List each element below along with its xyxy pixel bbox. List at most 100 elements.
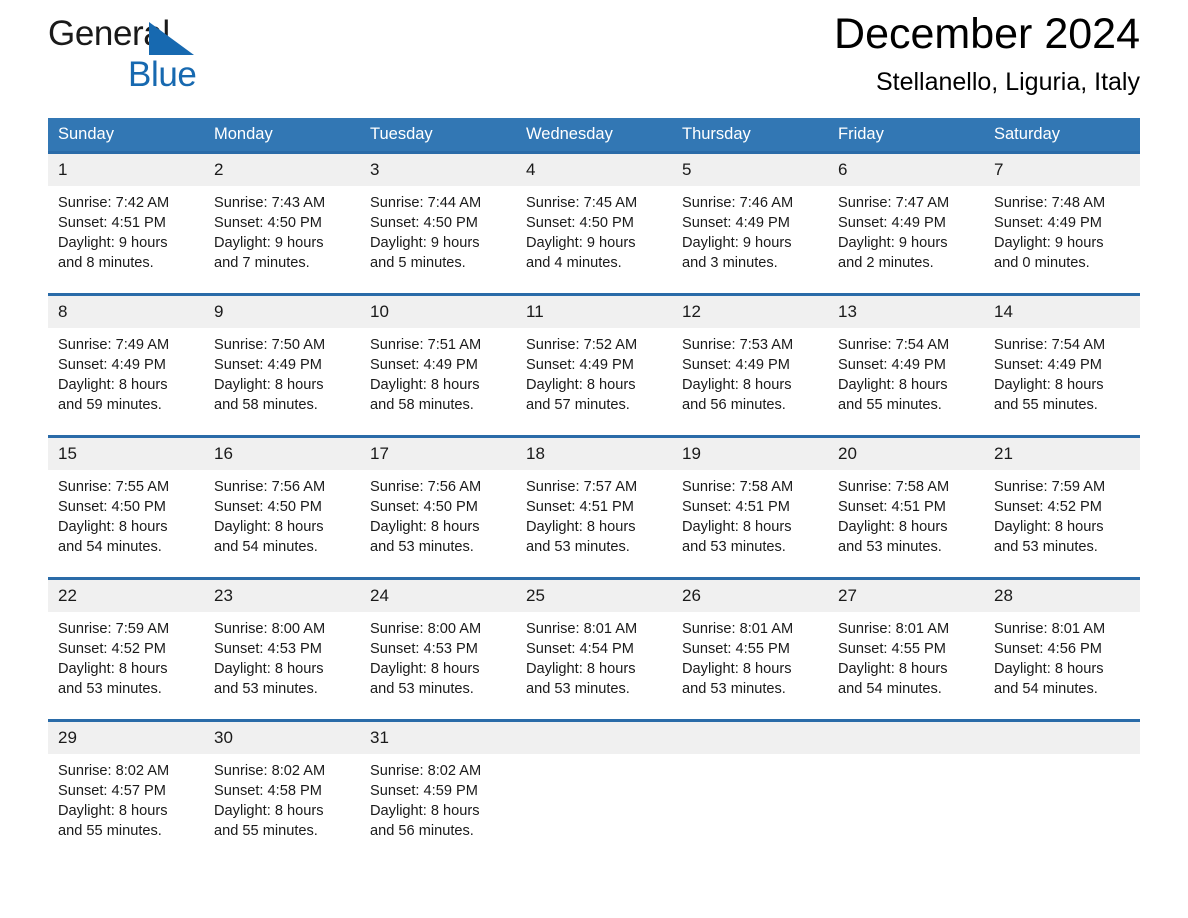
day-number: 6 xyxy=(828,154,984,186)
sunset-text: Sunset: 4:53 PM xyxy=(370,641,478,657)
sunrise-text: Sunrise: 7:47 AM xyxy=(838,195,950,211)
sunrise-text: Sunrise: 7:58 AM xyxy=(838,479,950,495)
day-cell[interactable]: 12 Sunrise: 7:53 AM Sunset: 4:49 PM Dayligh… xyxy=(672,293,828,427)
day-cell[interactable]: 20 Sunrise: 7:58 AM Sunset: 4:51 PM Dayligh… xyxy=(828,435,984,569)
sunset-text: Sunset: 4:50 PM xyxy=(370,499,478,515)
day-cell[interactable]: 3 Sunrise: 7:44 AM Sunset: 4:50 PM Daylight… xyxy=(360,151,516,285)
day-number: 11 xyxy=(516,296,672,328)
daylight-text-line1: Daylight: 8 hours xyxy=(58,661,168,677)
day-cell[interactable]: 30 Sunrise: 8:02 AM Sunset: 4:58 PM Dayligh… xyxy=(204,719,360,853)
day-cell[interactable]: 17 Sunrise: 7:56 AM Sunset: 4:50 PM Dayligh… xyxy=(360,435,516,569)
daylight-text-line1: Daylight: 8 hours xyxy=(370,377,480,393)
weekday-header-tuesday: Tuesday xyxy=(360,118,516,151)
day-cell[interactable]: 15 Sunrise: 7:55 AM Sunset: 4:50 PM Dayligh… xyxy=(48,435,204,569)
day-cell[interactable]: 28 Sunrise: 8:01 AM Sunset: 4:56 PM Dayligh… xyxy=(984,577,1140,711)
sunrise-text: Sunrise: 7:49 AM xyxy=(58,337,170,353)
daylight-text-line1: Daylight: 9 hours xyxy=(370,235,480,251)
day-details: Sunrise: 7:59 AM Sunset: 4:52 PM Daylight:… xyxy=(48,612,204,699)
sunset-text: Sunset: 4:50 PM xyxy=(58,499,166,515)
sunset-text: Sunset: 4:50 PM xyxy=(370,215,478,231)
daylight-text-line1: Daylight: 8 hours xyxy=(370,803,480,819)
day-cell[interactable]: 1 Sunrise: 7:42 AM Sunset: 4:51 PM Daylight… xyxy=(48,151,204,285)
day-cell[interactable]: 14 Sunrise: 7:54 AM Sunset: 4:49 PM Dayligh… xyxy=(984,293,1140,427)
sunset-text: Sunset: 4:56 PM xyxy=(994,641,1102,657)
day-number: 12 xyxy=(672,296,828,328)
sunrise-text: Sunrise: 8:01 AM xyxy=(682,621,794,637)
daylight-text-line2: and 54 minutes. xyxy=(838,681,942,697)
page-title: December 2024 xyxy=(834,10,1140,58)
day-cell[interactable]: 18 Sunrise: 7:57 AM Sunset: 4:51 PM Dayligh… xyxy=(516,435,672,569)
day-number: 21 xyxy=(984,438,1140,470)
day-cell[interactable]: 9 Sunrise: 7:50 AM Sunset: 4:49 PM Daylight… xyxy=(204,293,360,427)
day-cell[interactable]: 6 Sunrise: 7:47 AM Sunset: 4:49 PM Daylight… xyxy=(828,151,984,285)
day-cell[interactable]: 31 Sunrise: 8:02 AM Sunset: 4:59 PM Dayligh… xyxy=(360,719,516,853)
daylight-text-line1: Daylight: 8 hours xyxy=(994,377,1104,393)
weekday-header-wednesday: Wednesday xyxy=(516,118,672,151)
day-details: Sunrise: 7:55 AM Sunset: 4:50 PM Daylight:… xyxy=(48,470,204,557)
sunset-text: Sunset: 4:51 PM xyxy=(682,499,790,515)
sunrise-text: Sunrise: 7:57 AM xyxy=(526,479,638,495)
location-subtitle: Stellanello, Liguria, Italy xyxy=(875,68,1140,96)
sunset-text: Sunset: 4:54 PM xyxy=(526,641,634,657)
sunrise-text: Sunrise: 8:00 AM xyxy=(214,621,326,637)
day-number: 23 xyxy=(204,580,360,612)
sunrise-text: Sunrise: 7:46 AM xyxy=(682,195,794,211)
day-cell[interactable]: 24 Sunrise: 8:00 AM Sunset: 4:53 PM Dayligh… xyxy=(360,577,516,711)
day-number: 10 xyxy=(360,296,516,328)
day-details: Sunrise: 8:01 AM Sunset: 4:55 PM Daylight:… xyxy=(828,612,984,699)
sunset-text: Sunset: 4:50 PM xyxy=(214,499,322,515)
calendar-page: General Blue December 2024 Stellanello, … xyxy=(0,0,1188,918)
day-cell[interactable]: 21 Sunrise: 7:59 AM Sunset: 4:52 PM Dayligh… xyxy=(984,435,1140,569)
daylight-text-line2: and 53 minutes. xyxy=(994,539,1098,555)
daylight-text-line2: and 55 minutes. xyxy=(214,823,318,839)
daylight-text-line2: and 55 minutes. xyxy=(58,823,162,839)
day-cell[interactable]: 27 Sunrise: 8:01 AM Sunset: 4:55 PM Dayligh… xyxy=(828,577,984,711)
day-number: 5 xyxy=(672,154,828,186)
day-cell[interactable]: 23 Sunrise: 8:00 AM Sunset: 4:53 PM Dayligh… xyxy=(204,577,360,711)
sunrise-text: Sunrise: 7:58 AM xyxy=(682,479,794,495)
day-cell[interactable]: 25 Sunrise: 8:01 AM Sunset: 4:54 PM Dayligh… xyxy=(516,577,672,711)
sunrise-text: Sunrise: 8:01 AM xyxy=(994,621,1106,637)
day-details: Sunrise: 7:49 AM Sunset: 4:49 PM Daylight:… xyxy=(48,328,204,415)
sunrise-text: Sunrise: 7:44 AM xyxy=(370,195,482,211)
day-number: 14 xyxy=(984,296,1140,328)
daylight-text-line1: Daylight: 9 hours xyxy=(526,235,636,251)
daylight-text-line1: Daylight: 8 hours xyxy=(214,377,324,393)
day-cell[interactable]: 26 Sunrise: 8:01 AM Sunset: 4:55 PM Dayligh… xyxy=(672,577,828,711)
calendar-week-row: 15 Sunrise: 7:55 AM Sunset: 4:50 PM Dayligh… xyxy=(48,435,1140,569)
daylight-text-line1: Daylight: 9 hours xyxy=(682,235,792,251)
title-block: December 2024 Stellanello, Liguria, Ital… xyxy=(834,0,1140,100)
day-number: 25 xyxy=(516,580,672,612)
day-cell[interactable]: 2 Sunrise: 7:43 AM Sunset: 4:50 PM Daylight… xyxy=(204,151,360,285)
day-cell[interactable]: 16 Sunrise: 7:56 AM Sunset: 4:50 PM Dayligh… xyxy=(204,435,360,569)
daylight-text-line1: Daylight: 8 hours xyxy=(682,661,792,677)
day-number: 24 xyxy=(360,580,516,612)
daylight-text-line1: Daylight: 8 hours xyxy=(214,803,324,819)
sunrise-text: Sunrise: 8:02 AM xyxy=(370,763,482,779)
daylight-text-line1: Daylight: 8 hours xyxy=(838,377,948,393)
logo-triangle-icon xyxy=(149,22,194,55)
day-number: 9 xyxy=(204,296,360,328)
day-details: Sunrise: 8:00 AM Sunset: 4:53 PM Daylight:… xyxy=(360,612,516,699)
day-cell[interactable]: 13 Sunrise: 7:54 AM Sunset: 4:49 PM Dayligh… xyxy=(828,293,984,427)
day-number xyxy=(828,722,984,754)
day-details: Sunrise: 7:48 AM Sunset: 4:49 PM Daylight:… xyxy=(984,186,1140,273)
day-cell[interactable]: 11 Sunrise: 7:52 AM Sunset: 4:49 PM Dayligh… xyxy=(516,293,672,427)
week-gap xyxy=(48,711,1140,719)
day-cell[interactable]: 5 Sunrise: 7:46 AM Sunset: 4:49 PM Daylight… xyxy=(672,151,828,285)
day-number xyxy=(672,722,828,754)
day-cell[interactable]: 8 Sunrise: 7:49 AM Sunset: 4:49 PM Daylight… xyxy=(48,293,204,427)
daylight-text-line1: Daylight: 8 hours xyxy=(838,661,948,677)
daylight-text-line1: Daylight: 8 hours xyxy=(682,377,792,393)
day-cell[interactable]: 7 Sunrise: 7:48 AM Sunset: 4:49 PM Daylight… xyxy=(984,151,1140,285)
day-cell[interactable]: 19 Sunrise: 7:58 AM Sunset: 4:51 PM Dayligh… xyxy=(672,435,828,569)
sunset-text: Sunset: 4:59 PM xyxy=(370,783,478,799)
daylight-text-line1: Daylight: 8 hours xyxy=(58,377,168,393)
daylight-text-line2: and 58 minutes. xyxy=(214,397,318,413)
day-cell[interactable]: 4 Sunrise: 7:45 AM Sunset: 4:50 PM Daylight… xyxy=(516,151,672,285)
day-cell[interactable]: 29 Sunrise: 8:02 AM Sunset: 4:57 PM Dayligh… xyxy=(48,719,204,853)
daylight-text-line2: and 0 minutes. xyxy=(994,255,1090,271)
day-cell[interactable]: 22 Sunrise: 7:59 AM Sunset: 4:52 PM Dayligh… xyxy=(48,577,204,711)
day-cell[interactable]: 10 Sunrise: 7:51 AM Sunset: 4:49 PM Dayligh… xyxy=(360,293,516,427)
sunset-text: Sunset: 4:55 PM xyxy=(838,641,946,657)
